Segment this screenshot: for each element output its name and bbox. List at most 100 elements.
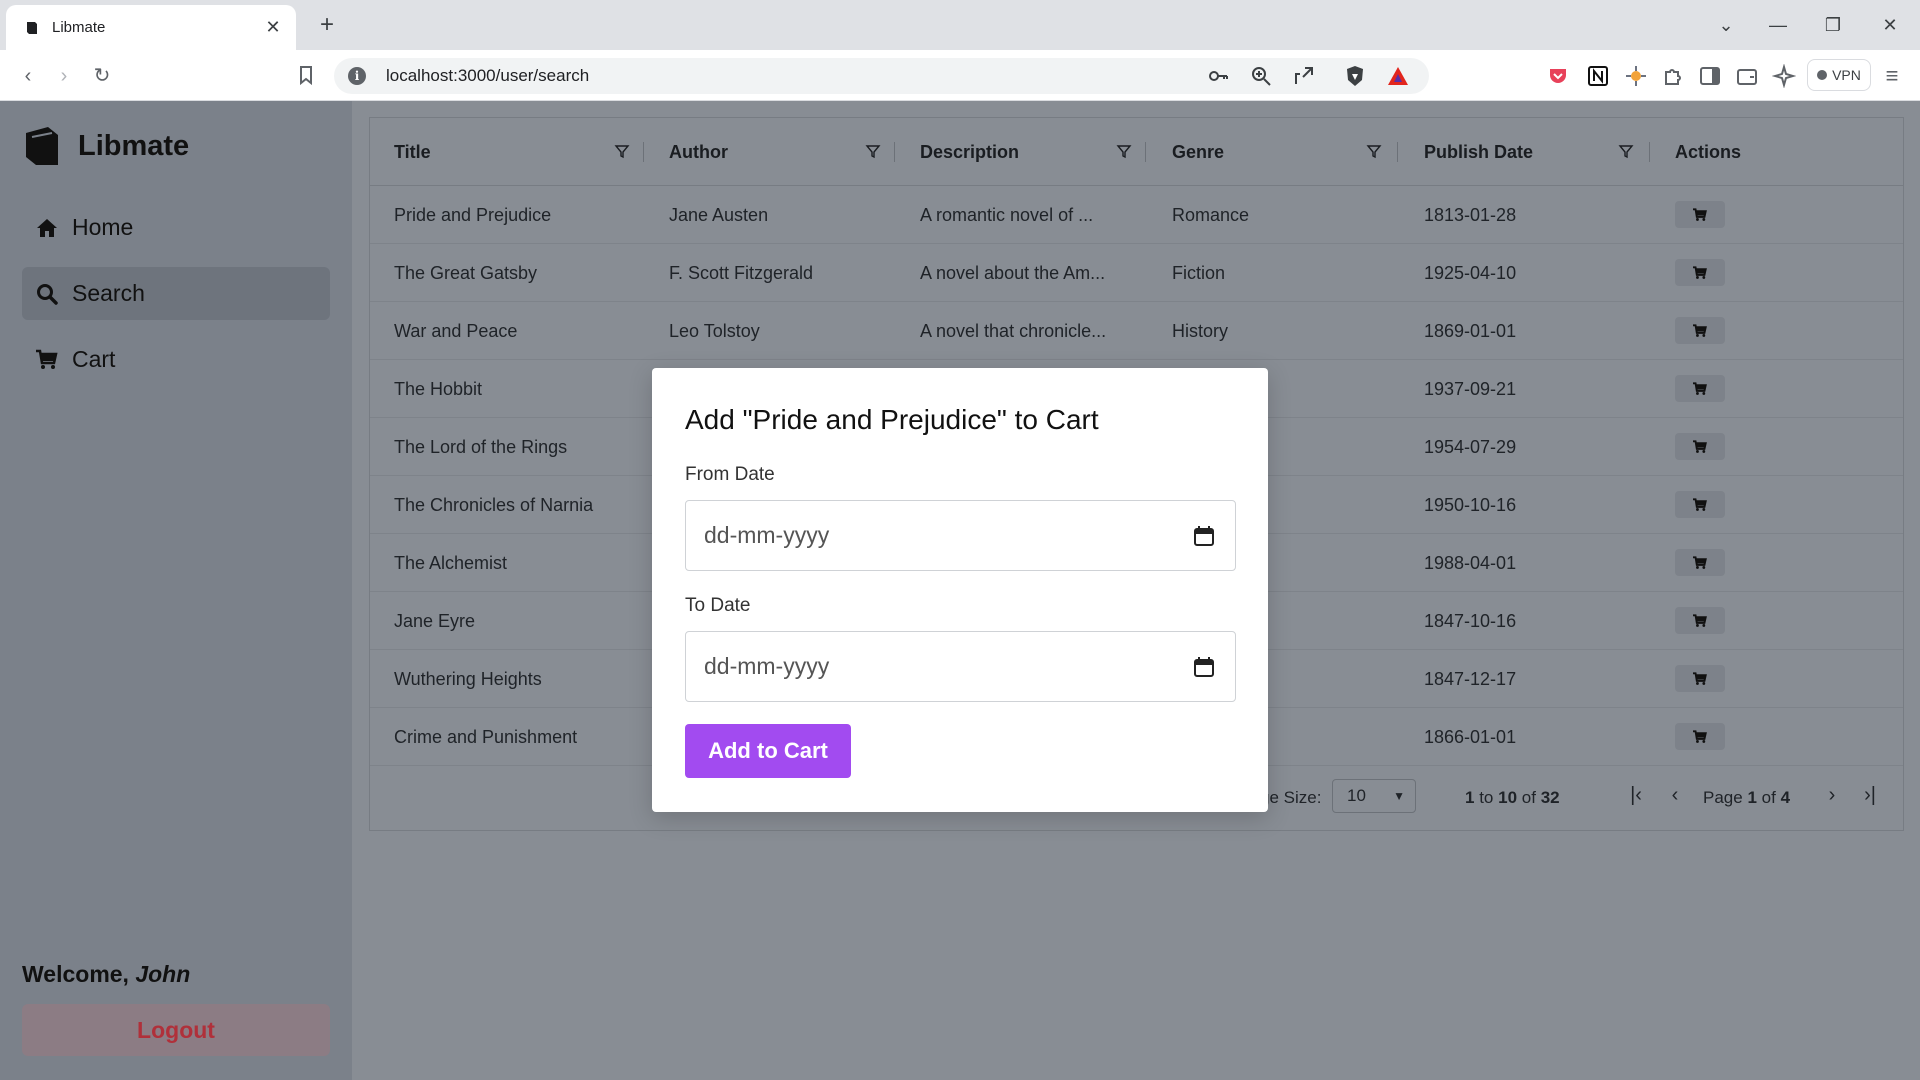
cart-icon bbox=[1693, 207, 1707, 221]
cell-title: Wuthering Heights bbox=[394, 669, 542, 689]
page-size-value: 10 bbox=[1347, 786, 1366, 805]
page-size-label: ge Size: bbox=[1260, 788, 1322, 807]
add-to-cart-button[interactable]: Add to Cart bbox=[685, 724, 851, 778]
extension-star-icon[interactable] bbox=[1624, 64, 1648, 88]
tab-close-icon[interactable]: ✕ bbox=[262, 17, 284, 38]
add-to-cart-row-button[interactable] bbox=[1675, 607, 1725, 634]
restore-button[interactable]: ❐ bbox=[1813, 8, 1853, 42]
filter-icon[interactable] bbox=[614, 143, 630, 159]
to-date-input[interactable]: dd-mm-yyyy bbox=[685, 631, 1236, 702]
grid-header: Title Author Description Genre Publish D… bbox=[370, 118, 1903, 186]
welcome-text: Welcome, John bbox=[22, 961, 190, 988]
first-page-icon[interactable]: |‹ bbox=[1624, 780, 1648, 810]
column-header-description[interactable]: Description bbox=[920, 118, 1145, 186]
new-tab-button[interactable]: + bbox=[312, 10, 342, 40]
from-date-input[interactable]: dd-mm-yyyy bbox=[685, 500, 1236, 571]
site-info-icon[interactable]: i bbox=[348, 67, 366, 85]
from-date-placeholder: dd-mm-yyyy bbox=[704, 522, 830, 548]
cell-publish-date: 1847-12-17 bbox=[1424, 669, 1517, 689]
menu-icon[interactable]: ≡ bbox=[1878, 62, 1906, 90]
page-size-select[interactable]: 10 ▼ bbox=[1332, 779, 1416, 813]
sidebar-toggle-icon[interactable] bbox=[1698, 64, 1722, 88]
welcome-prefix: Welcome, bbox=[22, 961, 136, 987]
filter-icon[interactable] bbox=[1116, 143, 1132, 159]
share-icon[interactable] bbox=[1292, 64, 1316, 88]
cell-title: War and Peace bbox=[394, 321, 518, 341]
calendar-icon[interactable] bbox=[1193, 525, 1215, 547]
last-page-icon[interactable]: ›| bbox=[1858, 780, 1882, 810]
cell-publish-date: 1988-04-01 bbox=[1424, 553, 1517, 573]
column-header-genre[interactable]: Genre bbox=[1172, 118, 1397, 186]
column-header-label: Publish Date bbox=[1424, 141, 1534, 162]
wallet-icon[interactable] bbox=[1735, 64, 1759, 88]
add-to-cart-row-button[interactable] bbox=[1675, 491, 1725, 518]
calendar-icon[interactable] bbox=[1193, 656, 1215, 678]
add-to-cart-row-button[interactable] bbox=[1675, 375, 1725, 402]
brand[interactable]: Libmate bbox=[22, 125, 189, 167]
zoom-icon[interactable] bbox=[1249, 64, 1273, 88]
column-separator[interactable] bbox=[1397, 142, 1398, 162]
puzzle-icon[interactable] bbox=[1661, 64, 1685, 88]
add-to-cart-row-button[interactable] bbox=[1675, 665, 1725, 692]
column-separator[interactable] bbox=[894, 142, 895, 162]
table-row[interactable]: Pride and Prejudice Jane Austen A romantic… bbox=[370, 186, 1903, 244]
tab-search-icon[interactable]: ⌄ bbox=[1706, 8, 1746, 42]
search-icon bbox=[37, 283, 58, 305]
add-to-cart-row-button[interactable] bbox=[1675, 259, 1725, 286]
cell-author: Leo Tolstoy bbox=[669, 321, 760, 341]
row-from: 1 bbox=[1465, 788, 1475, 807]
address-bar[interactable]: i localhost:3000/user/search bbox=[334, 58, 1429, 94]
sidebar-item-search[interactable]: Search bbox=[22, 267, 330, 320]
column-header-label: Genre bbox=[1172, 141, 1225, 162]
browser-tab[interactable]: Libmate ✕ bbox=[6, 5, 296, 50]
back-icon[interactable]: ‹ bbox=[14, 62, 42, 90]
home-icon bbox=[37, 218, 57, 237]
add-to-cart-row-button[interactable] bbox=[1675, 549, 1725, 576]
add-to-cart-row-button[interactable] bbox=[1675, 201, 1725, 228]
brand-name: Libmate bbox=[78, 129, 190, 162]
column-separator[interactable] bbox=[643, 142, 644, 162]
previous-page-icon[interactable]: ‹ bbox=[1663, 780, 1687, 810]
vpn-button[interactable]: VPN bbox=[1807, 59, 1871, 91]
cell-genre: History bbox=[1172, 321, 1229, 341]
brave-shield-icon[interactable] bbox=[1343, 64, 1367, 88]
add-to-cart-row-button[interactable] bbox=[1675, 723, 1725, 750]
column-separator[interactable] bbox=[1145, 142, 1146, 162]
pocket-icon[interactable] bbox=[1546, 64, 1570, 88]
brave-rewards-icon[interactable] bbox=[1386, 64, 1410, 88]
page-word: Page bbox=[1703, 788, 1743, 807]
cell-publish-date: 1813-01-28 bbox=[1424, 205, 1517, 225]
bookmark-icon[interactable] bbox=[294, 63, 318, 87]
next-page-icon[interactable]: › bbox=[1820, 780, 1844, 810]
cell-description: A novel that chronicle... bbox=[920, 321, 1107, 341]
row-total: 32 bbox=[1540, 788, 1560, 807]
close-window-button[interactable]: ✕ bbox=[1870, 8, 1910, 42]
column-header-title[interactable]: Title bbox=[394, 118, 639, 186]
leo-ai-icon[interactable] bbox=[1772, 64, 1796, 88]
minimize-button[interactable]: — bbox=[1758, 8, 1798, 42]
sidebar-item-cart[interactable]: Cart bbox=[22, 333, 330, 386]
cell-title: The Great Gatsby bbox=[394, 263, 538, 283]
key-icon[interactable] bbox=[1206, 64, 1230, 88]
column-separator[interactable] bbox=[1649, 142, 1650, 162]
url-text[interactable]: localhost:3000/user/search bbox=[386, 66, 1206, 86]
cell-title: The Lord of the Rings bbox=[394, 437, 568, 457]
column-header-author[interactable]: Author bbox=[669, 118, 894, 186]
sidebar-item-home[interactable]: Home bbox=[22, 201, 330, 254]
forward-icon[interactable]: › bbox=[50, 62, 78, 90]
cart-icon bbox=[1693, 381, 1707, 395]
table-row[interactable]: War and Peace Leo Tolstoy A novel that chr… bbox=[370, 302, 1903, 360]
table-row[interactable]: The Great Gatsby F. Scott Fitzgerald A nov… bbox=[370, 244, 1903, 302]
filter-icon[interactable] bbox=[1366, 143, 1382, 159]
add-to-cart-row-button[interactable] bbox=[1675, 317, 1725, 344]
logout-button[interactable]: Logout bbox=[22, 1004, 330, 1056]
cell-title: Pride and Prejudice bbox=[394, 205, 552, 225]
column-header-publish-date[interactable]: Publish Date bbox=[1424, 118, 1649, 186]
reload-icon[interactable]: ↻ bbox=[88, 62, 116, 90]
add-to-cart-row-button[interactable] bbox=[1675, 433, 1725, 460]
notion-icon[interactable] bbox=[1586, 64, 1610, 88]
tab-title: Libmate bbox=[52, 19, 106, 36]
filter-icon[interactable] bbox=[865, 143, 881, 159]
filter-icon[interactable] bbox=[1618, 143, 1634, 159]
cell-title: The Hobbit bbox=[394, 379, 483, 399]
